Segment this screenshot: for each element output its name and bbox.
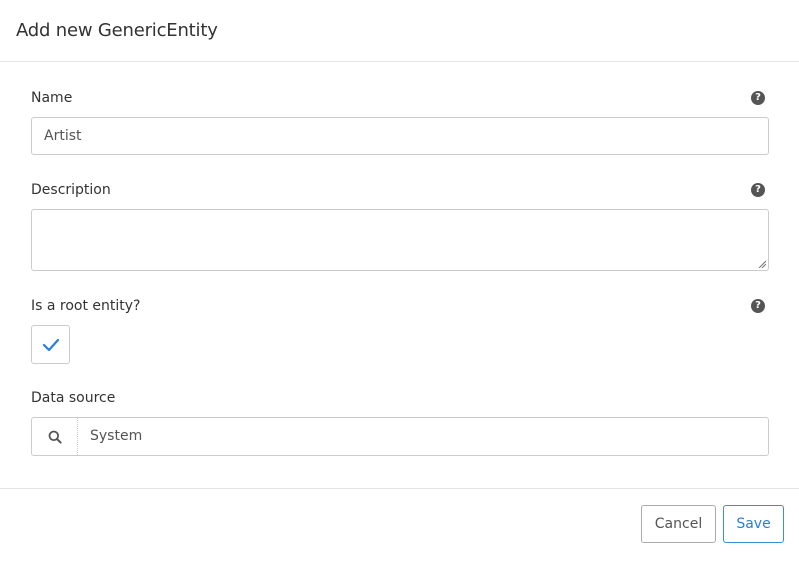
dialog-title: Add new GenericEntity — [16, 20, 218, 41]
description-label: Description — [31, 182, 111, 198]
dialog-header: Add new GenericEntity — [0, 0, 799, 62]
data-source-value: System — [90, 428, 143, 444]
is-root-label: Is a root entity? — [31, 298, 141, 314]
description-field-wrapper — [31, 209, 769, 271]
data-source-label: Data source — [31, 390, 116, 406]
name-label: Name — [31, 90, 73, 106]
name-input[interactable] — [31, 117, 769, 155]
search-icon — [48, 430, 62, 444]
description-textarea[interactable] — [31, 209, 769, 271]
cancel-button[interactable]: Cancel — [641, 505, 716, 543]
add-entity-dialog: Add new GenericEntity Name ? Description… — [0, 0, 799, 575]
search-button[interactable] — [32, 418, 78, 455]
dialog-footer: Cancel Save — [0, 488, 799, 575]
save-button[interactable]: Save — [723, 505, 784, 543]
question-circle-icon[interactable]: ? — [751, 299, 765, 313]
question-circle-icon[interactable]: ? — [751, 91, 765, 105]
question-circle-icon[interactable]: ? — [751, 183, 765, 197]
is-root-checkbox[interactable] — [31, 325, 70, 364]
data-source-lookup[interactable]: System — [31, 417, 769, 456]
resize-grip-icon[interactable] — [758, 260, 766, 268]
checkmark-icon — [42, 338, 60, 352]
